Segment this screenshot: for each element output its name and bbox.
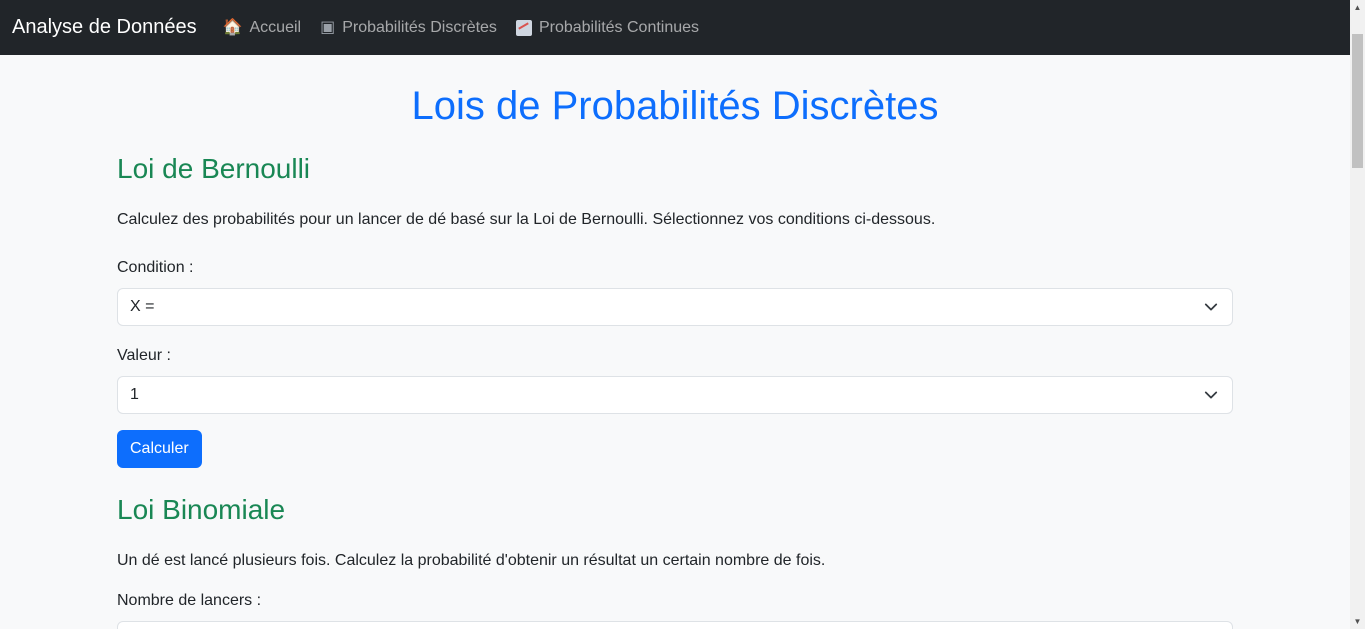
scrollbar-thumb[interactable]: [1352, 34, 1363, 168]
chart-icon: [515, 19, 532, 36]
main-container: Lois de Probabilités Discrètes Loi de Be…: [117, 55, 1233, 629]
page-title: Lois de Probabilités Discrètes: [411, 84, 939, 128]
nav-link-probabilites-continues[interactable]: Probabilités Continues: [515, 18, 700, 37]
navbar: Analyse de Données 🏠 Accueil ▣ Probabili…: [0, 0, 1350, 55]
condition-select[interactable]: X =: [117, 288, 1233, 326]
calculate-button[interactable]: Calculer: [117, 430, 202, 468]
binomial-description: Un dé est lancé plusieurs fois. Calculez…: [117, 552, 826, 569]
bernoulli-description: Calculez des probabilités pour un lancer…: [117, 211, 936, 228]
chevron-down-icon: [1204, 391, 1218, 399]
value-label: Valeur :: [117, 347, 171, 364]
navbar-brand[interactable]: Analyse de Données: [12, 16, 197, 39]
throws-input[interactable]: [117, 621, 1233, 629]
value-select-value: 1: [130, 386, 139, 403]
value-select[interactable]: 1: [117, 376, 1233, 414]
nav-link-label: Probabilités Continues: [538, 18, 700, 36]
bernoulli-title: Loi de Bernoulli: [117, 153, 311, 184]
scroll-up-arrow-icon[interactable]: ▲: [1350, 0, 1365, 15]
nav-link-label: Probabilités Discrètes: [342, 18, 497, 36]
scrollbar[interactable]: ▲ ▼: [1350, 0, 1365, 629]
throws-label: Nombre de lancers :: [117, 592, 262, 609]
nav-link-label: Accueil: [249, 18, 302, 36]
condition-label: Condition :: [117, 259, 194, 276]
nav-link-accueil[interactable]: 🏠 Accueil: [223, 19, 302, 37]
binomial-title: Loi Binomiale: [117, 494, 286, 525]
scroll-down-arrow-icon[interactable]: ▼: [1350, 614, 1365, 629]
condition-select-value: X =: [130, 298, 155, 315]
die-icon: ▣: [320, 18, 336, 36]
chevron-down-icon: [1204, 303, 1218, 311]
nav-link-probabilites-discretes[interactable]: ▣ Probabilités Discrètes: [320, 19, 497, 37]
house-icon: 🏠: [222, 18, 243, 36]
